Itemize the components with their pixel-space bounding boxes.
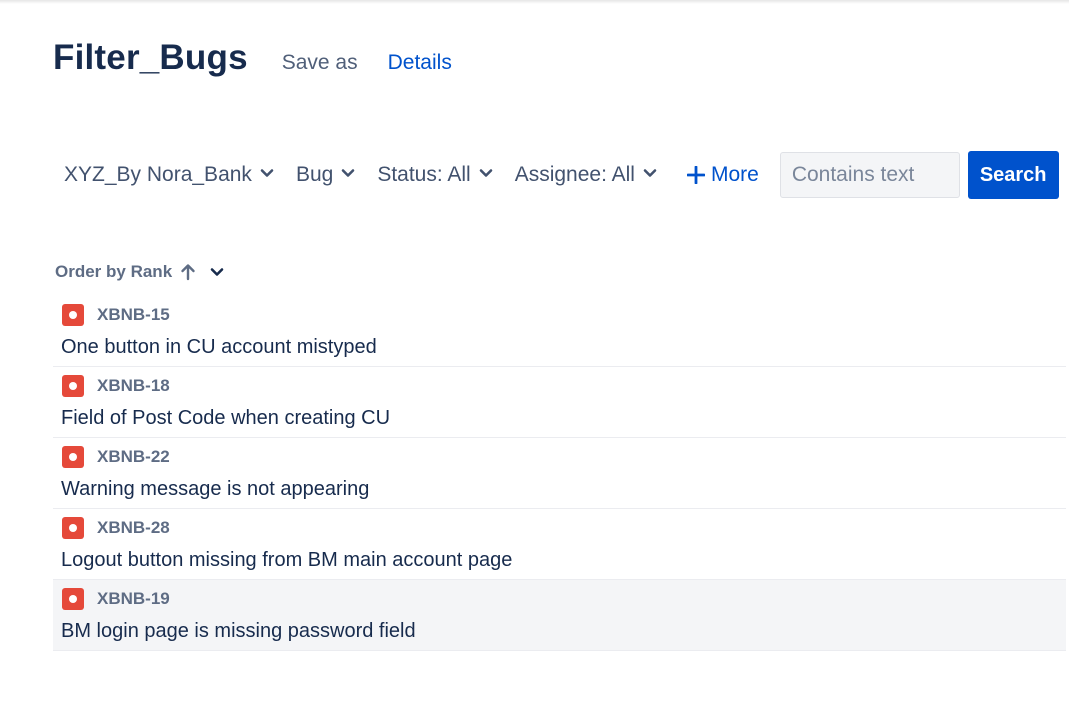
issue-row-selected[interactable]: XBNB-19 BM login page is missing passwor… <box>53 580 1066 651</box>
chevron-down-icon <box>479 166 493 180</box>
issue-summary: Field of Post Code when creating CU <box>61 407 391 429</box>
issue-header: XBNB-18 <box>62 375 170 397</box>
save-as-button[interactable]: Save as <box>282 51 358 75</box>
status-filter-label: Status: All <box>377 163 471 186</box>
issue-header: XBNB-28 <box>62 517 170 539</box>
plus-icon <box>686 166 705 184</box>
chevron-down-icon[interactable] <box>210 265 224 279</box>
order-by-label[interactable]: Order by Rank <box>55 262 172 282</box>
filter-bar: XYZ_By Nora_Bank Bug Status: All Assigne… <box>53 151 1059 199</box>
more-filters-button[interactable]: More <box>676 151 770 199</box>
bug-icon <box>62 304 84 326</box>
issue-row[interactable]: XBNB-15 One button in CU account mistype… <box>53 296 1066 367</box>
issue-header: XBNB-15 <box>62 304 170 326</box>
issue-list: XBNB-15 One button in CU account mistype… <box>53 296 1066 651</box>
issue-summary: Warning message is not appearing <box>61 478 370 500</box>
order-by-control: Order by Rank <box>55 262 224 282</box>
issue-header: XBNB-19 <box>62 588 170 610</box>
page-title: Filter_Bugs <box>53 38 248 77</box>
issue-summary: One button in CU account mistyped <box>61 336 377 358</box>
issue-key: XBNB-15 <box>97 305 170 324</box>
assignee-filter-label: Assignee: All <box>514 163 635 186</box>
type-filter[interactable]: Bug <box>285 151 366 199</box>
chevron-down-icon <box>643 166 657 180</box>
issue-key: XBNB-28 <box>97 518 170 537</box>
details-link[interactable]: Details <box>388 51 452 75</box>
issue-summary: BM login page is missing password field <box>61 620 416 642</box>
bug-icon <box>62 375 84 397</box>
issue-row[interactable]: XBNB-18 Field of Post Code when creating… <box>53 367 1066 438</box>
assignee-filter[interactable]: Assignee: All <box>504 151 668 199</box>
issue-key: XBNB-18 <box>97 376 170 395</box>
bug-icon <box>62 517 84 539</box>
chevron-down-icon <box>260 166 274 180</box>
bug-icon <box>62 446 84 468</box>
more-filters-label: More <box>710 163 759 186</box>
issue-navigator-page: Filter_Bugs Save as Details XYZ_By Nora_… <box>0 0 1069 717</box>
issue-summary: Logout button missing from BM main accou… <box>61 549 513 571</box>
issue-header: XBNB-22 <box>62 446 170 468</box>
page-header: Filter_Bugs Save as Details <box>53 38 452 78</box>
issue-key: XBNB-22 <box>97 447 170 466</box>
search-button[interactable]: Search <box>967 151 1059 199</box>
search-input[interactable] <box>779 152 960 198</box>
bug-icon <box>62 588 84 610</box>
project-filter[interactable]: XYZ_By Nora_Bank <box>53 151 285 199</box>
chevron-down-icon <box>341 166 355 180</box>
arrow-up-icon[interactable] <box>180 263 196 281</box>
status-filter[interactable]: Status: All <box>366 151 503 199</box>
top-shadow <box>0 0 1069 4</box>
issue-row[interactable]: XBNB-28 Logout button missing from BM ma… <box>53 509 1066 580</box>
issue-row[interactable]: XBNB-22 Warning message is not appearing <box>53 438 1066 509</box>
issue-key: XBNB-19 <box>97 589 170 608</box>
type-filter-label: Bug <box>295 163 334 186</box>
project-filter-label: XYZ_By Nora_Bank <box>64 163 252 186</box>
